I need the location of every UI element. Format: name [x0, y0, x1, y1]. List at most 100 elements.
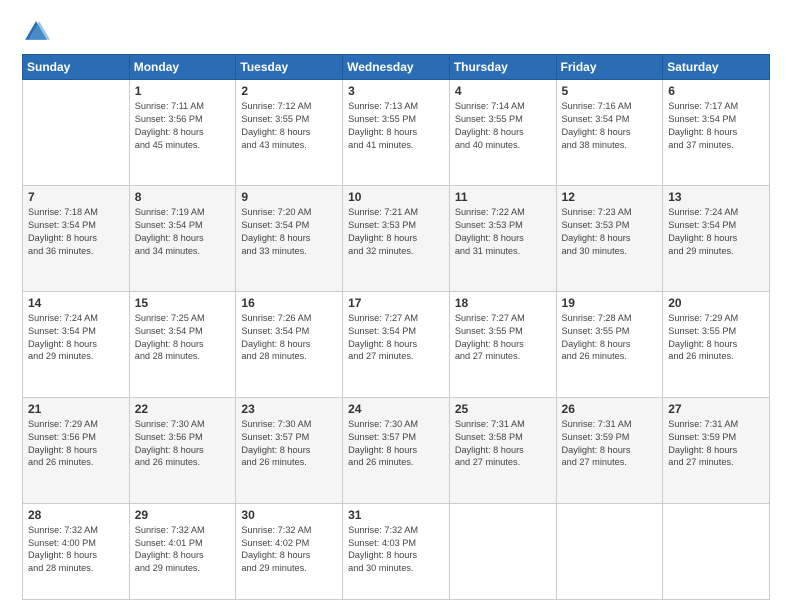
- day-number: 29: [135, 508, 231, 522]
- day-number: 21: [28, 402, 124, 416]
- day-number: 7: [28, 190, 124, 204]
- day-number: 25: [455, 402, 551, 416]
- calendar-cell: 12Sunrise: 7:23 AMSunset: 3:53 PMDayligh…: [556, 185, 663, 291]
- calendar-cell: 16 Sunrise: 7:26 AMSunset: 3:54 PMDayligh…: [236, 291, 343, 397]
- cell-content: Sunrise: 7:18 AMSunset: 3:54 PMDaylight:…: [28, 206, 124, 258]
- day-number: 10: [348, 190, 444, 204]
- calendar-cell: 6Sunrise: 7:17 AMSunset: 3:54 PMDaylight…: [663, 80, 770, 186]
- calendar-cell: 29 Sunrise: 7:32 AMSunset: 4:01 PMDayligh…: [129, 503, 236, 599]
- calendar-cell: [23, 80, 130, 186]
- cell-content: Sunrise: 7:30 AMSunset: 3:57 PMDaylight:…: [348, 418, 444, 470]
- cell-content: Sunrise: 7:25 AMSunset: 3:54 PMDaylight:…: [135, 312, 231, 364]
- calendar-cell: 13Sunrise: 7:24 AMSunset: 3:54 PMDayligh…: [663, 185, 770, 291]
- calendar-cell: 23 Sunrise: 7:30 AMSunset: 3:57 PMDayligh…: [236, 397, 343, 503]
- calendar-cell: 10Sunrise: 7:21 AMSunset: 3:53 PMDayligh…: [343, 185, 450, 291]
- day-number: 27: [668, 402, 764, 416]
- day-number: 22: [135, 402, 231, 416]
- day-number: 26: [562, 402, 658, 416]
- day-number: 1: [135, 84, 231, 98]
- calendar-cell: 30 Sunrise: 7:32 AMSunset: 4:02 PMDayligh…: [236, 503, 343, 599]
- header-day-thursday: Thursday: [449, 55, 556, 80]
- calendar-cell: 21 Sunrise: 7:29 AMSunset: 3:56 PMDayligh…: [23, 397, 130, 503]
- calendar-header: SundayMondayTuesdayWednesdayThursdayFrid…: [23, 55, 770, 80]
- cell-content: Sunrise: 7:30 AMSunset: 3:56 PMDaylight:…: [135, 418, 231, 470]
- cell-content: Sunrise: 7:32 AMSunset: 4:00 PMDaylight:…: [28, 524, 124, 576]
- day-number: 5: [562, 84, 658, 98]
- calendar-cell: [556, 503, 663, 599]
- week-row-5: 28 Sunrise: 7:32 AMSunset: 4:00 PMDayligh…: [23, 503, 770, 599]
- cell-content: Sunrise: 7:26 AMSunset: 3:54 PMDaylight:…: [241, 312, 337, 364]
- day-number: 15: [135, 296, 231, 310]
- day-number: 24: [348, 402, 444, 416]
- calendar-cell: 1 Sunrise: 7:11 AMSunset: 3:56 PMDaylight…: [129, 80, 236, 186]
- cell-content: Sunrise: 7:13 AMSunset: 3:55 PMDaylight:…: [348, 100, 444, 152]
- day-number: 31: [348, 508, 444, 522]
- cell-content: Sunrise: 7:22 AMSunset: 3:53 PMDaylight:…: [455, 206, 551, 258]
- cell-content: Sunrise: 7:12 AMSunset: 3:55 PMDaylight:…: [241, 100, 337, 152]
- day-number: 20: [668, 296, 764, 310]
- day-number: 30: [241, 508, 337, 522]
- day-number: 19: [562, 296, 658, 310]
- day-number: 18: [455, 296, 551, 310]
- week-row-1: 1 Sunrise: 7:11 AMSunset: 3:56 PMDaylight…: [23, 80, 770, 186]
- cell-content: Sunrise: 7:31 AMSunset: 3:58 PMDaylight:…: [455, 418, 551, 470]
- calendar-cell: 24 Sunrise: 7:30 AMSunset: 3:57 PMDayligh…: [343, 397, 450, 503]
- header-day-tuesday: Tuesday: [236, 55, 343, 80]
- calendar-cell: [449, 503, 556, 599]
- cell-content: Sunrise: 7:29 AMSunset: 3:56 PMDaylight:…: [28, 418, 124, 470]
- calendar-cell: 3 Sunrise: 7:13 AMSunset: 3:55 PMDaylight…: [343, 80, 450, 186]
- calendar-cell: 17 Sunrise: 7:27 AMSunset: 3:54 PMDayligh…: [343, 291, 450, 397]
- header-day-friday: Friday: [556, 55, 663, 80]
- header-day-monday: Monday: [129, 55, 236, 80]
- calendar-cell: 15 Sunrise: 7:25 AMSunset: 3:54 PMDayligh…: [129, 291, 236, 397]
- day-number: 4: [455, 84, 551, 98]
- header-day-wednesday: Wednesday: [343, 55, 450, 80]
- cell-content: Sunrise: 7:23 AMSunset: 3:53 PMDaylight:…: [562, 206, 658, 258]
- day-number: 9: [241, 190, 337, 204]
- calendar-cell: [663, 503, 770, 599]
- day-number: 17: [348, 296, 444, 310]
- header-day-saturday: Saturday: [663, 55, 770, 80]
- cell-content: Sunrise: 7:32 AMSunset: 4:02 PMDaylight:…: [241, 524, 337, 576]
- cell-content: Sunrise: 7:29 AMSunset: 3:55 PMDaylight:…: [668, 312, 764, 364]
- cell-content: Sunrise: 7:32 AMSunset: 4:03 PMDaylight:…: [348, 524, 444, 576]
- cell-content: Sunrise: 7:27 AMSunset: 3:54 PMDaylight:…: [348, 312, 444, 364]
- cell-content: Sunrise: 7:16 AMSunset: 3:54 PMDaylight:…: [562, 100, 658, 152]
- header-day-sunday: Sunday: [23, 55, 130, 80]
- calendar-cell: 11 Sunrise: 7:22 AMSunset: 3:53 PMDayligh…: [449, 185, 556, 291]
- calendar-cell: 5 Sunrise: 7:16 AMSunset: 3:54 PMDaylight…: [556, 80, 663, 186]
- cell-content: Sunrise: 7:30 AMSunset: 3:57 PMDaylight:…: [241, 418, 337, 470]
- page: SundayMondayTuesdayWednesdayThursdayFrid…: [0, 0, 792, 612]
- week-row-4: 21 Sunrise: 7:29 AMSunset: 3:56 PMDayligh…: [23, 397, 770, 503]
- day-number: 28: [28, 508, 124, 522]
- day-number: 3: [348, 84, 444, 98]
- calendar-cell: 27 Sunrise: 7:31 AMSunset: 3:59 PMDayligh…: [663, 397, 770, 503]
- calendar-cell: 14 Sunrise: 7:24 AMSunset: 3:54 PMDayligh…: [23, 291, 130, 397]
- cell-content: Sunrise: 7:32 AMSunset: 4:01 PMDaylight:…: [135, 524, 231, 576]
- day-number: 6: [668, 84, 764, 98]
- cell-content: Sunrise: 7:27 AMSunset: 3:55 PMDaylight:…: [455, 312, 551, 364]
- calendar-cell: 31 Sunrise: 7:32 AMSunset: 4:03 PMDayligh…: [343, 503, 450, 599]
- day-number: 13: [668, 190, 764, 204]
- day-number: 16: [241, 296, 337, 310]
- calendar-cell: 2 Sunrise: 7:12 AMSunset: 3:55 PMDaylight…: [236, 80, 343, 186]
- calendar-cell: 4Sunrise: 7:14 AMSunset: 3:55 PMDaylight…: [449, 80, 556, 186]
- day-number: 2: [241, 84, 337, 98]
- day-number: 11: [455, 190, 551, 204]
- calendar-cell: 9 Sunrise: 7:20 AMSunset: 3:54 PMDaylight…: [236, 185, 343, 291]
- calendar-cell: 8Sunrise: 7:19 AMSunset: 3:54 PMDaylight…: [129, 185, 236, 291]
- cell-content: Sunrise: 7:11 AMSunset: 3:56 PMDaylight:…: [135, 100, 231, 152]
- header: [22, 18, 770, 46]
- cell-content: Sunrise: 7:31 AMSunset: 3:59 PMDaylight:…: [668, 418, 764, 470]
- cell-content: Sunrise: 7:28 AMSunset: 3:55 PMDaylight:…: [562, 312, 658, 364]
- cell-content: Sunrise: 7:20 AMSunset: 3:54 PMDaylight:…: [241, 206, 337, 258]
- calendar-cell: 25 Sunrise: 7:31 AMSunset: 3:58 PMDayligh…: [449, 397, 556, 503]
- calendar-cell: 7 Sunrise: 7:18 AMSunset: 3:54 PMDaylight…: [23, 185, 130, 291]
- day-number: 14: [28, 296, 124, 310]
- cell-content: Sunrise: 7:24 AMSunset: 3:54 PMDaylight:…: [28, 312, 124, 364]
- calendar-body: 1 Sunrise: 7:11 AMSunset: 3:56 PMDaylight…: [23, 80, 770, 600]
- calendar-cell: 26Sunrise: 7:31 AMSunset: 3:59 PMDayligh…: [556, 397, 663, 503]
- logo-icon: [22, 18, 50, 46]
- day-number: 23: [241, 402, 337, 416]
- calendar-cell: 20 Sunrise: 7:29 AMSunset: 3:55 PMDayligh…: [663, 291, 770, 397]
